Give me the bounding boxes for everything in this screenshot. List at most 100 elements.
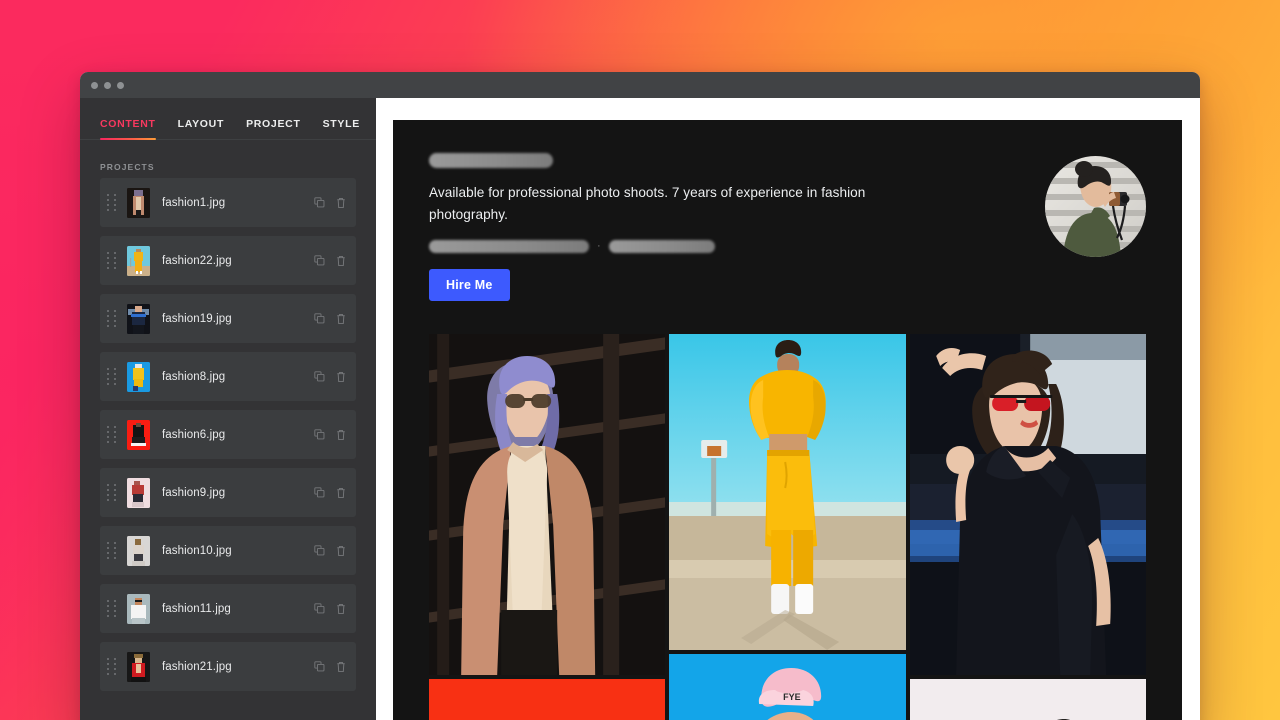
row-actions <box>314 603 346 615</box>
hero-description: Available for professional photo shoots.… <box>429 185 866 223</box>
list-item[interactable]: fashion10.jpg <box>100 526 356 575</box>
duplicate-icon[interactable] <box>314 487 325 498</box>
row-actions <box>314 255 346 267</box>
duplicate-icon[interactable] <box>314 255 325 266</box>
close-window-button[interactable] <box>91 81 98 89</box>
thumbnail <box>127 419 150 450</box>
drag-handle-icon[interactable] <box>105 309 119 328</box>
gallery-column <box>429 334 666 720</box>
drag-handle-icon[interactable] <box>105 193 119 212</box>
thumbnail <box>127 187 150 218</box>
duplicate-icon[interactable] <box>314 661 325 672</box>
drag-handle-icon[interactable] <box>105 657 119 676</box>
list-item[interactable]: fashion11.jpg <box>100 584 356 633</box>
duplicate-icon[interactable] <box>314 545 325 556</box>
thumbnail <box>127 303 150 334</box>
preview-canvas[interactable]: Available for professional photo shoots.… <box>393 120 1182 720</box>
drag-handle-icon[interactable] <box>105 599 119 618</box>
gallery-item[interactable]: FYE <box>669 654 906 720</box>
list-item-label: fashion1.jpg <box>162 196 226 209</box>
list-item-label: fashion19.jpg <box>162 312 232 325</box>
list-item[interactable]: fashion19.jpg <box>100 294 356 343</box>
list-item-label: fashion21.jpg <box>162 660 232 673</box>
list-item-label: fashion9.jpg <box>162 486 226 499</box>
delete-icon[interactable] <box>336 313 346 325</box>
hero-section: Available for professional photo shoots.… <box>393 120 1182 302</box>
list-item[interactable]: fashion21.jpg <box>100 642 356 691</box>
minimize-window-button[interactable] <box>104 81 111 89</box>
hire-me-button[interactable]: Hire Me <box>429 269 510 302</box>
gallery-item[interactable] <box>669 334 906 651</box>
editor-sidebar: CONTENT LAYOUT PROJECT STYLE PROJECTS fa… <box>80 98 376 720</box>
preview-panel: Available for professional photo shoots.… <box>376 98 1200 720</box>
row-actions <box>314 371 346 383</box>
list-item-label: fashion10.jpg <box>162 544 232 557</box>
drag-handle-icon[interactable] <box>105 541 119 560</box>
delete-icon[interactable] <box>336 661 346 673</box>
window-body: CONTENT LAYOUT PROJECT STYLE PROJECTS fa… <box>80 98 1200 720</box>
tab-layout[interactable]: LAYOUT <box>178 118 224 139</box>
delete-icon[interactable] <box>336 255 346 267</box>
delete-icon[interactable] <box>336 371 346 383</box>
delete-icon[interactable] <box>336 603 346 615</box>
thumbnail <box>127 651 150 682</box>
hero-title-redacted <box>429 153 553 168</box>
window-titlebar <box>80 72 1200 98</box>
thumbnail <box>127 361 150 392</box>
list-item[interactable]: fashion6.jpg <box>100 410 356 459</box>
row-actions <box>314 661 346 673</box>
hero-meta-line: · <box>429 240 1025 254</box>
list-item[interactable]: fashion9.jpg <box>100 468 356 517</box>
duplicate-icon[interactable] <box>314 197 325 208</box>
list-item[interactable]: fashion1.jpg <box>100 178 356 227</box>
row-actions <box>314 487 346 499</box>
sidebar-tabs: CONTENT LAYOUT PROJECT STYLE <box>80 98 376 140</box>
gallery-item[interactable] <box>909 679 1146 720</box>
row-actions <box>314 429 346 441</box>
duplicate-icon[interactable] <box>314 603 325 614</box>
row-actions <box>314 197 346 209</box>
gallery-item[interactable] <box>429 679 666 720</box>
avatar <box>1045 156 1146 257</box>
list-item[interactable]: fashion22.jpg <box>100 236 356 285</box>
list-item-label: fashion11.jpg <box>162 602 231 615</box>
list-item[interactable]: fashion8.jpg <box>100 352 356 401</box>
thumbnail <box>127 535 150 566</box>
app-window: CONTENT LAYOUT PROJECT STYLE PROJECTS fa… <box>80 72 1200 720</box>
projects-section-label: PROJECTS <box>100 162 155 172</box>
duplicate-icon[interactable] <box>314 429 325 440</box>
thumbnail <box>127 593 150 624</box>
tab-content[interactable]: CONTENT <box>100 118 156 140</box>
gallery-column: FYE <box>669 334 906 720</box>
projects-list[interactable]: fashion1.jpg fashion22.jpg fashion19.jpg… <box>80 178 376 720</box>
gallery-column <box>909 334 1146 720</box>
drag-handle-icon[interactable] <box>105 251 119 270</box>
row-actions <box>314 545 346 557</box>
svg-text:FYE: FYE <box>783 692 801 702</box>
delete-icon[interactable] <box>336 487 346 499</box>
tab-project[interactable]: PROJECT <box>246 118 301 139</box>
drag-handle-icon[interactable] <box>105 425 119 444</box>
hero-meta-separator: · <box>597 240 601 253</box>
delete-icon[interactable] <box>336 429 346 441</box>
hero-meta-left-redacted <box>429 240 589 254</box>
hero-meta-right-redacted <box>608 240 715 254</box>
maximize-window-button[interactable] <box>117 81 124 89</box>
thumbnail <box>127 477 150 508</box>
drag-handle-icon[interactable] <box>105 367 119 386</box>
tab-style[interactable]: STYLE <box>323 118 360 139</box>
list-item-label: fashion6.jpg <box>162 428 226 441</box>
thumbnail <box>127 245 150 276</box>
photo-gallery: FYE <box>393 334 1182 720</box>
delete-icon[interactable] <box>336 197 346 209</box>
duplicate-icon[interactable] <box>314 371 325 382</box>
gallery-item[interactable] <box>429 334 666 676</box>
hero-text-block: Available for professional photo shoots.… <box>429 153 1025 302</box>
list-item-label: fashion8.jpg <box>162 370 226 383</box>
delete-icon[interactable] <box>336 545 346 557</box>
row-actions <box>314 313 346 325</box>
duplicate-icon[interactable] <box>314 313 325 324</box>
list-item-label: fashion22.jpg <box>162 254 232 267</box>
gallery-item[interactable] <box>909 334 1146 676</box>
drag-handle-icon[interactable] <box>105 483 119 502</box>
